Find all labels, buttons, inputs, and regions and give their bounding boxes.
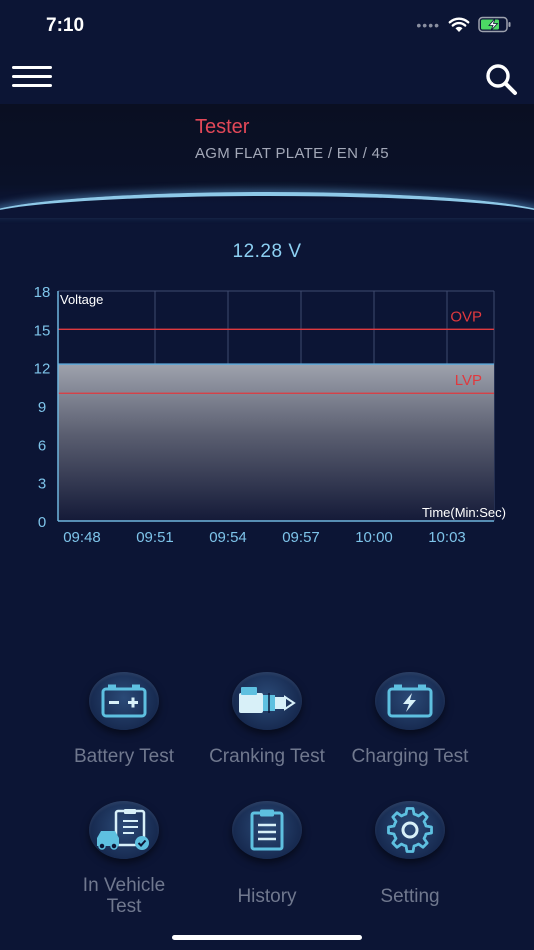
x-tick-label: 10:00 (355, 529, 393, 546)
x-axis-label: Time(Min:Sec) (422, 505, 506, 520)
charging-battery-icon (387, 684, 433, 718)
charging-test-button[interactable]: Charging Test (335, 672, 485, 767)
y-tick-label: 18 (34, 284, 51, 301)
hamburger-menu-icon[interactable] (12, 66, 52, 90)
cranking-test-label: Cranking Test (209, 746, 325, 767)
history-button[interactable]: History (192, 801, 342, 907)
battery-charging-status-icon (478, 16, 511, 33)
x-tick-label: 09:57 (282, 529, 320, 546)
battery-test-label: Battery Test (74, 746, 174, 767)
voltage-readout: 12.28 V (232, 241, 302, 262)
history-label: History (237, 886, 297, 907)
clipboard-icon (250, 809, 284, 851)
y-axis-label: Voltage (60, 292, 103, 307)
status-time: 7:10 (46, 15, 85, 36)
charging-test-label: Charging Test (351, 746, 469, 767)
y-tick-label: 3 (38, 476, 46, 493)
signal-dots: •••• (416, 16, 440, 33)
status-bar: 7:10 •••• (0, 0, 534, 52)
in-vehicle-test-label: In Vehicle Test (82, 875, 166, 917)
home-indicator (172, 935, 362, 940)
starter-motor-icon (239, 687, 296, 713)
threshold-label-lvp: LVP (455, 372, 482, 389)
vehicle-checklist-icon (97, 809, 149, 850)
wifi-icon (448, 17, 470, 32)
status-icons: •••• (416, 16, 512, 33)
battery-icon (101, 684, 147, 718)
x-tick-label: 09:51 (136, 529, 174, 546)
device-info-panel: Tester AGM FLAT PLATE / EN / 45 (0, 104, 534, 204)
device-name: Tester (195, 116, 250, 138)
nav-bar (0, 52, 534, 104)
in-vehicle-test-button[interactable]: In Vehicle Test (49, 801, 199, 917)
y-tick-label: 9 (38, 399, 46, 416)
voltage-area (58, 364, 494, 521)
setting-button[interactable]: Setting (335, 801, 485, 907)
y-tick-label: 12 (34, 361, 51, 378)
x-tick-label: 09:54 (209, 529, 247, 546)
gear-icon (387, 807, 433, 853)
y-tick-label: 6 (38, 437, 46, 454)
panel-divider-curve (0, 192, 534, 218)
battery-spec: AGM FLAT PLATE / EN / 45 (195, 145, 389, 162)
y-tick-label: 15 (34, 322, 51, 339)
voltage-chart: OVP LVP 0 3 6 9 12 15 18 09:48 09:51 09:54 09:57 10:… (34, 284, 506, 546)
x-tick-label: 10:03 (428, 529, 466, 546)
threshold-label-ovp: OVP (450, 308, 482, 325)
y-tick-label: 0 (38, 514, 46, 531)
battery-test-button[interactable]: Battery Test (49, 672, 199, 767)
x-tick-label: 09:48 (63, 529, 101, 546)
setting-label: Setting (380, 886, 440, 907)
cranking-test-button[interactable]: Cranking Test (192, 672, 342, 767)
search-icon[interactable] (484, 62, 518, 96)
